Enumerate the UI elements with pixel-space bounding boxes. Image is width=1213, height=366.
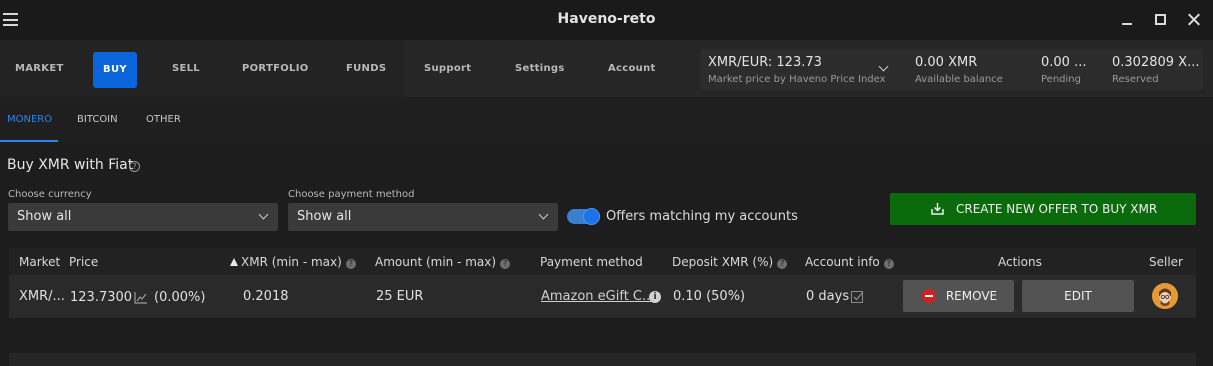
remove-offer-label: REMOVE (945, 289, 998, 303)
chevron-down-icon (538, 209, 549, 220)
column-xmr-label: XMR (min - max) (241, 255, 342, 269)
row-xmr: 0.2018 (243, 289, 289, 304)
offers-table: Market Price XMR (min - max)? Amount (mi… (9, 248, 1196, 318)
close-icon[interactable] (1186, 11, 1204, 29)
column-actions: Actions (998, 255, 1042, 269)
table-empty-row (9, 353, 1196, 366)
remove-icon (922, 289, 936, 303)
available-balance-value: 0.00 XMR (915, 55, 978, 70)
matching-offers-label: Offers matching my accounts (606, 209, 798, 224)
check-box-icon (851, 291, 864, 303)
row-market: XMR/... (19, 289, 65, 304)
column-deposit-label: Deposit XMR (%) (672, 255, 774, 269)
nav-support[interactable]: Support (424, 40, 471, 97)
help-icon[interactable]: ? (883, 259, 894, 269)
column-amount-label: Amount (min - max) (375, 255, 497, 269)
column-account-info[interactable]: Account info? (805, 255, 894, 269)
nav-funds[interactable]: FUNDS (346, 40, 386, 97)
help-icon[interactable]: ? (500, 259, 511, 269)
nav-account[interactable]: Account (608, 40, 656, 97)
payment-method-label: Choose payment method (288, 189, 415, 200)
column-account-info-label: Account info (805, 255, 880, 269)
market-price-value[interactable]: XMR/EUR: 123.73 (708, 55, 822, 70)
title-bar: Haveno-reto (0, 0, 1213, 40)
column-seller[interactable]: Seller (1149, 255, 1183, 269)
row-amount: 25 EUR (376, 289, 424, 304)
column-xmr[interactable]: XMR (min - max)? (230, 255, 356, 269)
tab-bitcoin[interactable]: BITCOIN (77, 97, 118, 142)
row-account-age: 0 days (806, 289, 850, 304)
help-icon[interactable]: ? (345, 259, 356, 269)
seller-avatar[interactable] (1152, 283, 1178, 309)
sort-ascending-icon (230, 258, 238, 266)
window-title: Haveno-reto (557, 11, 656, 27)
create-offer-button[interactable]: CREATE NEW OFFER TO BUY XMR (890, 193, 1196, 225)
column-price[interactable]: Price (69, 255, 98, 269)
column-market[interactable]: Market (19, 255, 60, 269)
payment-method-select[interactable]: Show all (288, 203, 558, 231)
edit-offer-button[interactable]: EDIT (1022, 280, 1134, 312)
row-price-change: (0.00%) (154, 290, 206, 305)
minimize-icon[interactable] (1119, 11, 1137, 29)
maximize-icon[interactable] (1152, 11, 1170, 29)
nav-sell[interactable]: SELL (172, 40, 200, 97)
main-content: Buy XMR with Fiat ? Choose currency Show… (0, 142, 1213, 366)
chevron-down-icon[interactable] (878, 61, 889, 72)
pending-balance-value: 0.00 ... (1041, 55, 1087, 70)
tab-other[interactable]: OTHER (146, 97, 181, 142)
price-chart-icon[interactable] (134, 292, 148, 304)
chevron-down-icon (258, 209, 269, 220)
download-tray-icon (931, 203, 944, 215)
market-price-label: Market price by Haveno Price Index (708, 74, 886, 85)
currency-select[interactable]: Show all (8, 203, 278, 231)
matching-offers-toggle[interactable] (567, 208, 600, 225)
help-icon[interactable]: ? (777, 259, 788, 269)
table-header: Market Price XMR (min - max)? Amount (mi… (9, 248, 1196, 275)
create-offer-label: CREATE NEW OFFER TO BUY XMR (956, 202, 1158, 216)
column-amount[interactable]: Amount (min - max)? (375, 255, 511, 269)
reserved-balance-label: Reserved (1112, 74, 1159, 85)
table-row[interactable]: XMR/... 123.7300 (0.00%) 0.2018 25 EUR A… (9, 275, 1196, 318)
pending-balance-label: Pending (1041, 74, 1081, 85)
nav-settings[interactable]: Settings (515, 40, 565, 97)
main-nav: MARKET BUY SELL PORTFOLIO FUNDS Support … (0, 40, 1213, 97)
edit-offer-label: EDIT (1064, 289, 1092, 303)
row-price: 123.7300 (70, 290, 133, 305)
tab-monero[interactable]: MONERO (7, 97, 52, 142)
user-avatar-icon (1152, 283, 1178, 309)
row-payment-method-link[interactable]: Amazon eGift C... (541, 289, 654, 304)
help-icon[interactable]: ? (129, 161, 140, 172)
nav-portfolio[interactable]: PORTFOLIO (242, 40, 309, 97)
payment-method-select-value: Show all (297, 209, 352, 224)
currency-select-value: Show all (17, 209, 72, 224)
reserved-balance-value: 0.302809 X... (1112, 55, 1200, 70)
page-title: Buy XMR with Fiat (7, 157, 134, 173)
info-icon[interactable]: i (649, 291, 661, 303)
currency-tabs: MONERO BITCOIN OTHER (0, 97, 1213, 142)
nav-buy[interactable]: BUY (93, 52, 137, 88)
remove-offer-button[interactable]: REMOVE (903, 280, 1014, 312)
currency-label: Choose currency (8, 189, 92, 200)
column-deposit[interactable]: Deposit XMR (%)? (672, 255, 788, 269)
column-payment-method[interactable]: Payment method (540, 255, 643, 269)
balance-panel: XMR/EUR: 123.73 Market price by Haveno P… (700, 49, 1203, 90)
available-balance-label: Available balance (915, 74, 1003, 85)
row-deposit: 0.10 (50%) (673, 289, 746, 304)
nav-market[interactable]: MARKET (15, 40, 64, 97)
